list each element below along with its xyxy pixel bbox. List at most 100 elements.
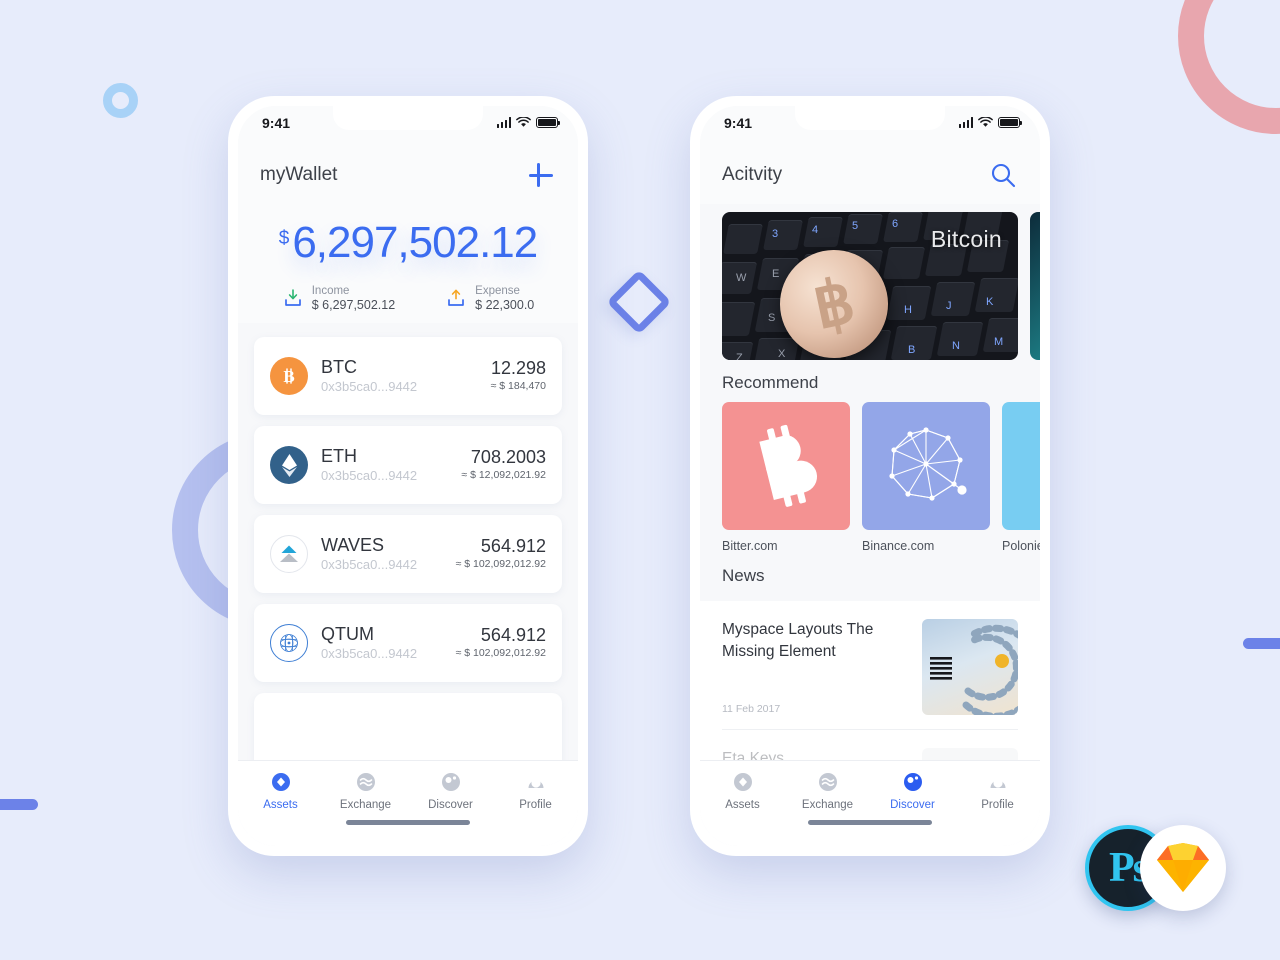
expense-summary: Expense $ 22,300.0 bbox=[445, 284, 534, 313]
banner-carousel[interactable]: W E S Z X H J K B N M 3 4 5 6 ฿ Bitcoin bbox=[700, 204, 1040, 360]
tab-discover[interactable]: Discover bbox=[870, 770, 955, 811]
tab-assets[interactable]: Assets bbox=[238, 770, 323, 811]
bottom-tab-bar[interactable]: Assets Exchange Discover Profile bbox=[700, 760, 1040, 846]
income-summary: Income $ 6,297,502.12 bbox=[282, 284, 395, 313]
search-icon bbox=[991, 163, 1016, 188]
coin-values: 564.912 ≈ $ 102,092,012.92 bbox=[456, 625, 546, 661]
coin-values: 708.2003 ≈ $ 12,092,021.92 bbox=[461, 447, 546, 483]
balance-block: $ 6,297,502.12 Income $ 6,297,502.12 Exp… bbox=[238, 204, 578, 323]
decorative-ring-pink bbox=[1178, 0, 1280, 134]
table-row[interactable]: WAVES 0x3b5ca0...9442 564.912 ≈ $ 102,09… bbox=[254, 515, 562, 593]
coin-address: 0x3b5ca0...9442 bbox=[321, 646, 418, 661]
expense-icon bbox=[448, 289, 465, 306]
activity-header: Acitvity bbox=[700, 146, 1040, 204]
binance-tile[interactable] bbox=[862, 402, 990, 530]
ibm-rings-thumb bbox=[930, 624, 1018, 715]
notch bbox=[795, 106, 945, 130]
list-item[interactable]: Polonie bbox=[1002, 402, 1040, 553]
wallet-header: myWallet bbox=[238, 146, 578, 204]
bottom-tab-bar[interactable]: Assets Exchange Discover Profile bbox=[238, 760, 578, 846]
income-label: Income bbox=[311, 285, 350, 297]
list-item-label: Bitter.com bbox=[722, 539, 778, 553]
table-row[interactable]: B BTC 0x3b5ca0...9442 12.298 ≈ $ 184,470 bbox=[254, 337, 562, 415]
home-indicator bbox=[346, 820, 470, 825]
coin-usd-value: ≈ $ 102,092,012.92 bbox=[455, 647, 546, 659]
status-bar: 9:41 bbox=[700, 106, 1040, 146]
banner-label: Bitcoin bbox=[930, 226, 1002, 252]
wifi-icon bbox=[978, 117, 993, 127]
recommend-list[interactable]: Bitter.com Binance.com Polonie bbox=[700, 402, 1040, 553]
tab-label: Discover bbox=[890, 799, 935, 811]
bitcoin-icon: B bbox=[270, 357, 308, 395]
tab-label: Assets bbox=[263, 799, 298, 811]
tab-label: Assets bbox=[725, 799, 760, 811]
list-item[interactable]: Myspace Layouts The Missing Element 11 F… bbox=[722, 601, 1018, 730]
table-row[interactable]: ETH 0x3b5ca0...9442 708.2003 ≈ $ 12,092,… bbox=[254, 426, 562, 504]
profile-icon bbox=[493, 770, 578, 794]
banner-bitcoin[interactable]: W E S Z X H J K B N M 3 4 5 6 ฿ Bitcoin bbox=[722, 212, 1018, 360]
balance-amount: 6,297,502.12 bbox=[292, 218, 538, 267]
tab-label: Exchange bbox=[339, 799, 392, 811]
tab-discover[interactable]: Discover bbox=[408, 770, 493, 811]
coin-symbol: BTC bbox=[321, 357, 357, 377]
list-item-label: Binance.com bbox=[862, 539, 935, 553]
portrait-thumb bbox=[922, 748, 1018, 760]
decorative-bar-left bbox=[0, 799, 38, 810]
news-date: 11 Feb 2017 bbox=[722, 703, 781, 715]
wallet-body[interactable]: $ 6,297,502.12 Income $ 6,297,502.12 Exp… bbox=[238, 204, 578, 760]
exchange-icon bbox=[785, 770, 870, 794]
coin-usd-value: ≈ $ 12,092,021.92 bbox=[461, 469, 546, 481]
table-row-partial[interactable] bbox=[254, 693, 562, 760]
waves-icon bbox=[270, 535, 308, 573]
news-list[interactable]: Myspace Layouts The Missing Element 11 F… bbox=[700, 601, 1040, 760]
news-title: Myspace Layouts The Missing Element bbox=[722, 621, 874, 660]
list-item-label: Polonie bbox=[1002, 539, 1040, 553]
add-wallet-button[interactable] bbox=[526, 160, 556, 190]
coin-usd-value: ≈ $ 184,470 bbox=[490, 380, 546, 392]
table-row[interactable]: QTUM 0x3b5ca0...9442 564.912 ≈ $ 102,092… bbox=[254, 604, 562, 682]
currency-symbol: $ bbox=[278, 228, 290, 249]
income-expense-row: Income $ 6,297,502.12 Expense $ 22,300.0 bbox=[238, 284, 578, 313]
activity-body[interactable]: W E S Z X H J K B N M 3 4 5 6 ฿ Bitcoin … bbox=[700, 204, 1040, 760]
page-title: myWallet bbox=[260, 164, 338, 185]
list-item[interactable]: Bitter.com bbox=[722, 402, 850, 553]
home-indicator bbox=[808, 820, 932, 825]
qtum-icon bbox=[270, 624, 308, 662]
coin-names: ETH 0x3b5ca0...9442 bbox=[321, 446, 461, 484]
ethereum-icon bbox=[270, 446, 308, 484]
coin-list[interactable]: B BTC 0x3b5ca0...9442 12.298 ≈ $ 184,470 bbox=[238, 323, 578, 760]
battery-icon bbox=[536, 117, 561, 128]
tab-exchange[interactable]: Exchange bbox=[323, 770, 408, 811]
news-section-title: News bbox=[722, 566, 765, 585]
status-bar: 9:41 bbox=[238, 106, 578, 146]
tab-exchange[interactable]: Exchange bbox=[785, 770, 870, 811]
tool-badges: Ps bbox=[1085, 825, 1235, 915]
search-button[interactable] bbox=[988, 160, 1018, 190]
tab-profile[interactable]: Profile bbox=[955, 770, 1040, 811]
news-thumbnail bbox=[922, 748, 1018, 760]
tab-assets[interactable]: Assets bbox=[700, 770, 785, 811]
banner-secondary[interactable] bbox=[1030, 212, 1040, 360]
news-thumbnail bbox=[922, 619, 1018, 715]
coin-amount: 708.2003 bbox=[470, 447, 546, 467]
recommend-section-title: Recommend bbox=[722, 373, 819, 392]
activity-screen: 9:41 Acitvity W E S Z X H J K B N M 3 4 … bbox=[700, 106, 1040, 846]
sketch-badge-icon bbox=[1140, 825, 1226, 911]
list-item[interactable]: Binance.com bbox=[862, 402, 990, 553]
tab-profile[interactable]: Profile bbox=[493, 770, 578, 811]
phone-mockup-activity: 9:41 Acitvity W E S Z X H J K B N M 3 4 … bbox=[690, 96, 1050, 856]
discover-icon bbox=[408, 770, 493, 794]
list-item[interactable]: Eta Keys bbox=[722, 730, 1018, 760]
svg-text:B: B bbox=[283, 367, 294, 386]
bitter-tile[interactable] bbox=[722, 402, 850, 530]
coin-names: QTUM 0x3b5ca0...9442 bbox=[321, 624, 456, 662]
coin-amount: 12.298 bbox=[490, 358, 546, 378]
signal-icon bbox=[496, 117, 511, 128]
tab-label: Exchange bbox=[801, 799, 854, 811]
dot-icon bbox=[1036, 436, 1040, 496]
poloniex-tile[interactable] bbox=[1002, 402, 1040, 530]
tab-label: Discover bbox=[428, 799, 473, 811]
expense-value: $ 22,300.0 bbox=[475, 298, 535, 312]
profile-icon bbox=[955, 770, 1040, 794]
network-graph-icon bbox=[889, 427, 967, 501]
